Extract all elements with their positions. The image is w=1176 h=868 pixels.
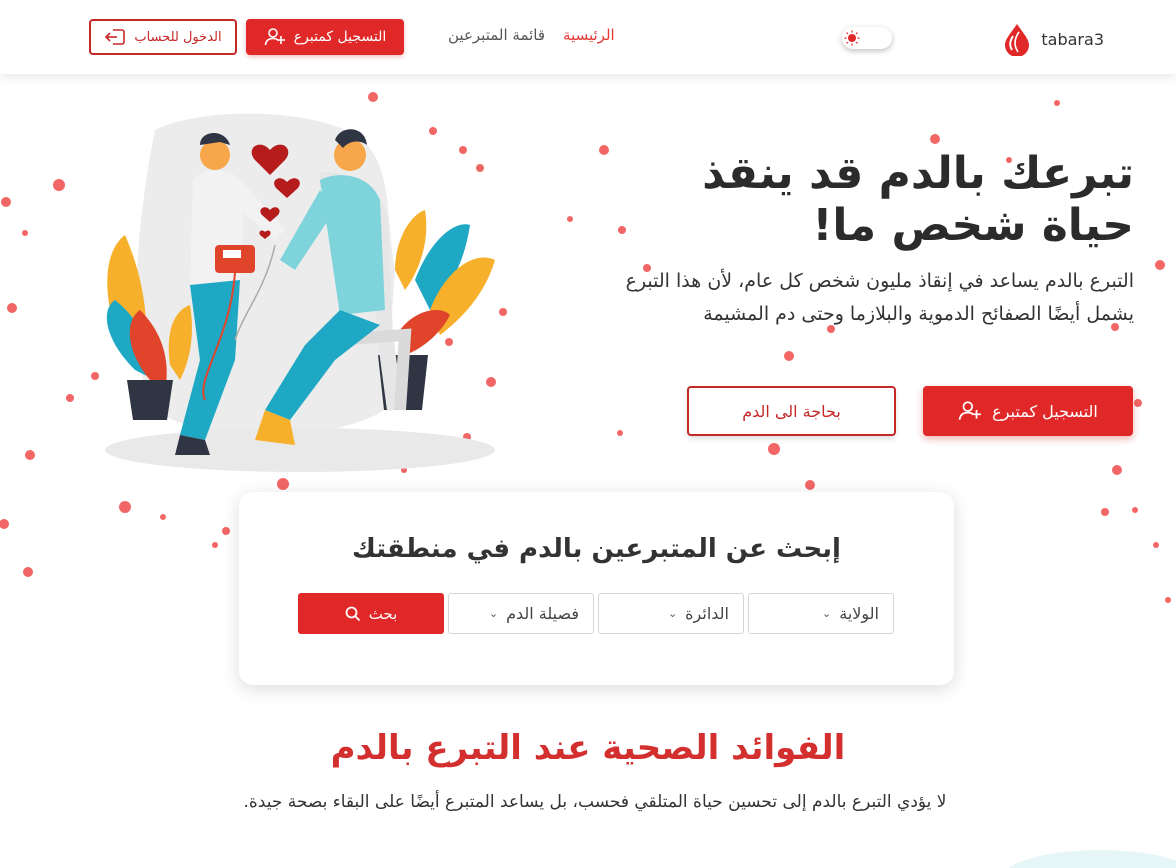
chevron-down-icon: ⌄ — [667, 607, 678, 620]
blood-drop-icon — [1005, 24, 1030, 56]
theme-toggle[interactable] — [842, 27, 892, 49]
decorative-dot — [25, 450, 35, 460]
decorative-dot — [277, 478, 289, 490]
need-blood-button[interactable]: بحاجة الى الدم — [687, 386, 896, 436]
decorative-dot — [768, 443, 780, 455]
need-blood-label: بحاجة الى الدم — [742, 401, 841, 421]
top-navbar: tabara3 الرئيسية قائمة المتبرعين التسجيل… — [0, 0, 1176, 74]
decorative-dot — [1132, 507, 1138, 513]
decorative-dot — [1112, 465, 1122, 475]
decorative-dot — [222, 527, 230, 535]
hero-description: التبرع بالدم يساعد في إنقاذ مليون شخص كل… — [625, 270, 1134, 325]
hero-register-label: التسجيل كمتبرع — [992, 401, 1098, 421]
decorative-dot — [22, 230, 28, 236]
hero-register-button[interactable]: التسجيل كمتبرع — [923, 386, 1133, 436]
chevron-down-icon: ⌄ — [822, 607, 832, 620]
search-button[interactable]: بحث — [298, 593, 444, 634]
decorative-dot — [160, 514, 166, 520]
decorative-dot — [119, 501, 131, 513]
decorative-dot — [212, 542, 218, 548]
nav-link-donors-list[interactable]: قائمة المتبرعين — [448, 26, 545, 44]
decorative-dot — [930, 134, 940, 144]
decorative-dot — [0, 519, 9, 529]
decorative-dot — [1165, 597, 1171, 603]
register-label: التسجيل كمتبرع — [293, 29, 387, 45]
register-donor-button[interactable]: التسجيل كمتبرع — [246, 19, 404, 55]
decorative-dot — [66, 394, 74, 402]
decorative-dot — [1101, 508, 1109, 516]
benefits-description: لا يؤدي التبرع بالدم إلى تحسين حياة المت… — [243, 792, 947, 812]
state-select-value: الولاية — [839, 604, 879, 623]
decorative-dot — [1054, 100, 1060, 106]
donor-search-card: إبحث عن المتبرعين بالدم في منطقتك الولاي… — [239, 492, 954, 685]
benefits-title: الفوائد الصحية عند التبرع بالدم — [330, 728, 846, 768]
nav-links: الرئيسية قائمة المتبرعين — [448, 26, 615, 44]
brand-name: tabara3 — [1041, 29, 1104, 49]
district-select[interactable]: الدائرة ⌄ — [598, 593, 744, 634]
decorative-dot — [23, 567, 33, 577]
login-button[interactable]: الدخول للحساب — [89, 19, 237, 55]
decorative-dot — [1153, 542, 1159, 548]
sign-in-icon — [105, 29, 126, 45]
state-select[interactable]: الولاية ⌄ — [748, 593, 894, 634]
decorative-dot — [784, 351, 794, 361]
decorative-dot — [1, 197, 11, 207]
nav-link-home[interactable]: الرئيسية — [563, 26, 615, 44]
decorative-dot — [599, 145, 609, 155]
decorative-dot — [368, 92, 378, 102]
decorative-dot — [1155, 260, 1165, 270]
blood-donation-illustration — [105, 113, 495, 472]
user-plus-icon — [264, 28, 285, 46]
decorative-dot — [7, 303, 17, 313]
brand[interactable]: tabara3 — [1003, 22, 1104, 56]
sun-icon — [844, 30, 860, 46]
user-plus-icon — [958, 401, 982, 420]
decorative-blob — [1000, 850, 1176, 868]
decorative-dot — [53, 179, 65, 191]
blood-type-select[interactable]: فصيلة الدم ⌄ — [448, 593, 594, 634]
decorative-dot — [805, 480, 815, 490]
hero-title: تبرعك بالدم قد ينقذ حياة شخص ما! — [702, 148, 1134, 251]
district-select-value: الدائرة — [685, 604, 729, 623]
search-title: إبحث عن المتبرعين بالدم في منطقتك — [352, 534, 841, 564]
search-label: بحث — [368, 604, 398, 623]
blood-type-select-value: فصيلة الدم — [506, 604, 579, 623]
decorative-dot — [617, 430, 623, 436]
login-label: الدخول للحساب — [134, 29, 222, 45]
search-icon — [345, 606, 360, 621]
chevron-down-icon: ⌄ — [488, 607, 499, 620]
decorative-dot — [1134, 399, 1142, 407]
decorative-dot — [567, 216, 573, 222]
